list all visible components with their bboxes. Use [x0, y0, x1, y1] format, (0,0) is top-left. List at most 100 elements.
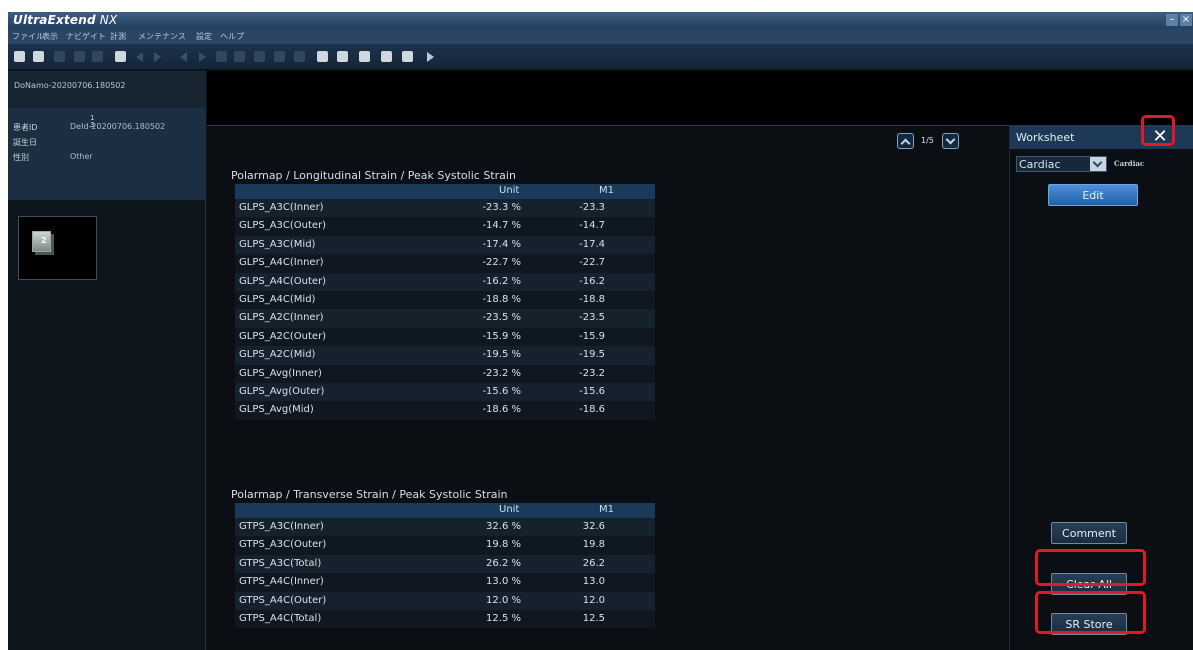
thumbnail-count: 1 3 — [90, 115, 94, 129]
play-icon[interactable] — [154, 52, 161, 62]
menu-measure[interactable]: 計測 — [110, 31, 126, 42]
row-name: GLPS_A4C(Inner) — [239, 257, 324, 269]
close-highlight-box — [1141, 115, 1175, 146]
measure-icon[interactable] — [294, 51, 305, 62]
row-unit-value: -22.7 % — [482, 257, 521, 269]
row-name: GLPS_A2C(Inner) — [239, 312, 324, 324]
folder-icon[interactable] — [14, 51, 25, 62]
table-row[interactable]: GTPS_A3C(Outer) 19.8 % 19.8 — [235, 536, 655, 555]
sr-store-highlight-box — [1035, 591, 1146, 634]
row-m1-value: -17.4 — [579, 238, 605, 250]
skip-icon[interactable] — [216, 51, 227, 62]
clear-all-highlight-box — [1035, 549, 1146, 586]
row-unit-value: -18.6 % — [482, 404, 521, 416]
redo-icon[interactable] — [92, 51, 103, 62]
stop-icon[interactable] — [115, 51, 126, 62]
row-name: GTPS_A3C(Outer) — [239, 539, 327, 551]
report-icon[interactable] — [337, 51, 348, 62]
column-header-m1: M1 — [599, 504, 614, 515]
worksheet-type-tag: Cardiac — [1108, 156, 1180, 172]
table-row[interactable]: GLPS_A3C(Mid) -17.4 % -17.4 — [235, 235, 655, 255]
chevron-up-icon — [900, 138, 911, 149]
table-row[interactable]: GTPS_A4C(Inner) 13.0 % 13.0 — [235, 573, 655, 592]
page-up-button[interactable] — [897, 133, 914, 149]
chevron-down-icon — [945, 134, 956, 145]
export-icon[interactable] — [359, 51, 370, 62]
table-row[interactable]: GTPS_A4C(Total) 12.5 % 12.5 — [235, 609, 655, 629]
table-row[interactable]: GLPS_A3C(Outer) -14.7 % -14.7 — [235, 217, 655, 236]
grid-icon[interactable] — [54, 51, 65, 62]
column-header-m1: M1 — [599, 185, 614, 196]
rewind-icon[interactable] — [180, 52, 187, 62]
table-row[interactable]: GLPS_A2C(Mid) -19.5 % -19.5 — [235, 346, 655, 365]
row-name: GLPS_A4C(Mid) — [239, 293, 316, 305]
row-m1-value: -23.2 — [579, 367, 605, 379]
chevron-down-icon — [1090, 157, 1106, 171]
app-title: UltraExtend NX — [13, 13, 117, 27]
row-name: GLPS_Avg(Mid) — [239, 404, 314, 416]
row-name: GTPS_A4C(Outer) — [239, 594, 327, 606]
image-thumbnail[interactable]: 2 — [18, 216, 97, 280]
cine-icon[interactable] — [254, 51, 265, 62]
worksheet-title: Worksheet — [1016, 131, 1075, 144]
edit-button[interactable]: Edit — [1048, 184, 1138, 206]
menu-view[interactable]: 表示 — [42, 31, 58, 42]
row-name: GLPS_A2C(Mid) — [239, 349, 316, 361]
row-name: GLPS_A3C(Outer) — [239, 220, 327, 232]
clip-icon[interactable] — [234, 51, 245, 62]
row-m1-value: 12.0 — [582, 594, 605, 606]
table-row[interactable]: GLPS_Avg(Inner) -23.2 % -23.2 — [235, 364, 655, 383]
table-row[interactable]: GTPS_A3C(Inner) 32.6 % 32.6 — [235, 518, 655, 537]
next-icon[interactable] — [427, 52, 434, 62]
row-m1-value: -23.5 — [579, 312, 605, 324]
page-down-button[interactable] — [942, 133, 959, 149]
table-row[interactable]: GLPS_A2C(Outer) -15.9 % -15.9 — [235, 327, 655, 347]
forward-icon[interactable] — [199, 52, 206, 62]
viewer-header-strip — [207, 71, 1193, 125]
comment-button[interactable]: Comment — [1051, 522, 1127, 544]
menu-help[interactable]: ヘルプ — [220, 31, 244, 42]
patient-sex-value: Other — [70, 152, 93, 161]
table-row[interactable]: GTPS_A4C(Outer) 12.0 % 12.0 — [235, 591, 655, 610]
study-name: DoNamo-20200706.180502 — [14, 81, 126, 90]
thumbnail-image: 2 — [32, 231, 51, 252]
row-name: GLPS_Avg(Outer) — [239, 385, 325, 397]
row-name: GLPS_A3C(Inner) — [239, 202, 324, 213]
menu-navigate[interactable]: ナビゲイト — [66, 31, 106, 42]
row-unit-value: -23.2 % — [482, 367, 521, 379]
table-longitudinal: Unit M1 GLPS_A3C(Inner) -23.3 % -23.3 GLPS… — [235, 184, 655, 420]
table-row[interactable]: GLPS_A3C(Inner) -23.3 % -23.3 — [235, 199, 655, 218]
table-row[interactable]: GLPS_Avg(Outer) -15.6 % -15.6 — [235, 382, 655, 402]
row-unit-value: 19.8 % — [486, 539, 521, 551]
row-name: GLPS_A3C(Mid) — [239, 238, 316, 250]
patient-panel: DoNamo-20200706.180502 患者ID DeId-2020070… — [8, 71, 206, 650]
table-row[interactable]: GLPS_A2C(Inner) -23.5 % -23.5 — [235, 309, 655, 328]
undo-icon[interactable] — [74, 51, 85, 62]
table-row[interactable]: GTPS_A3C(Total) 26.2 % 26.2 — [235, 554, 655, 574]
table-row[interactable]: GLPS_Avg(Mid) -18.6 % -18.6 — [235, 401, 655, 420]
prev-icon[interactable] — [136, 52, 143, 62]
row-m1-value: 13.0 — [582, 576, 605, 588]
menu-file[interactable]: ファイル — [12, 31, 44, 42]
patient-id-value: DeId-20200706.180502 — [70, 122, 166, 131]
window-close-button[interactable]: × — [1180, 14, 1192, 26]
study-header[interactable]: DoNamo-20200706.180502 — [8, 71, 206, 108]
table-row[interactable]: GLPS_A4C(Mid) -18.8 % -18.8 — [235, 290, 655, 310]
row-unit-value: 12.5 % — [486, 612, 521, 624]
menu-maintenance[interactable]: メンテナンス — [138, 31, 186, 42]
row-m1-value: 19.8 — [582, 539, 605, 551]
doc-icon[interactable] — [317, 51, 328, 62]
app-window: UltraExtend NX – × ファイル 表示 ナビゲイト 計測 メンテナ… — [8, 12, 1193, 650]
monitor-icon[interactable] — [33, 51, 44, 62]
row-m1-value: -18.6 — [579, 404, 605, 416]
user-icon[interactable] — [381, 51, 392, 62]
worksheet-type-select[interactable]: Cardiac — [1016, 156, 1107, 172]
menu-settings[interactable]: 設定 — [196, 31, 212, 42]
table-row[interactable]: GLPS_A4C(Outer) -16.2 % -16.2 — [235, 272, 655, 291]
save-icon[interactable] — [402, 51, 413, 62]
row-unit-value: -15.6 % — [482, 385, 521, 397]
minimize-button[interactable]: – — [1166, 14, 1178, 26]
table-row[interactable]: GLPS_A4C(Inner) -22.7 % -22.7 — [235, 254, 655, 273]
frame-icon[interactable] — [274, 51, 285, 62]
row-unit-value: -23.5 % — [482, 312, 521, 324]
